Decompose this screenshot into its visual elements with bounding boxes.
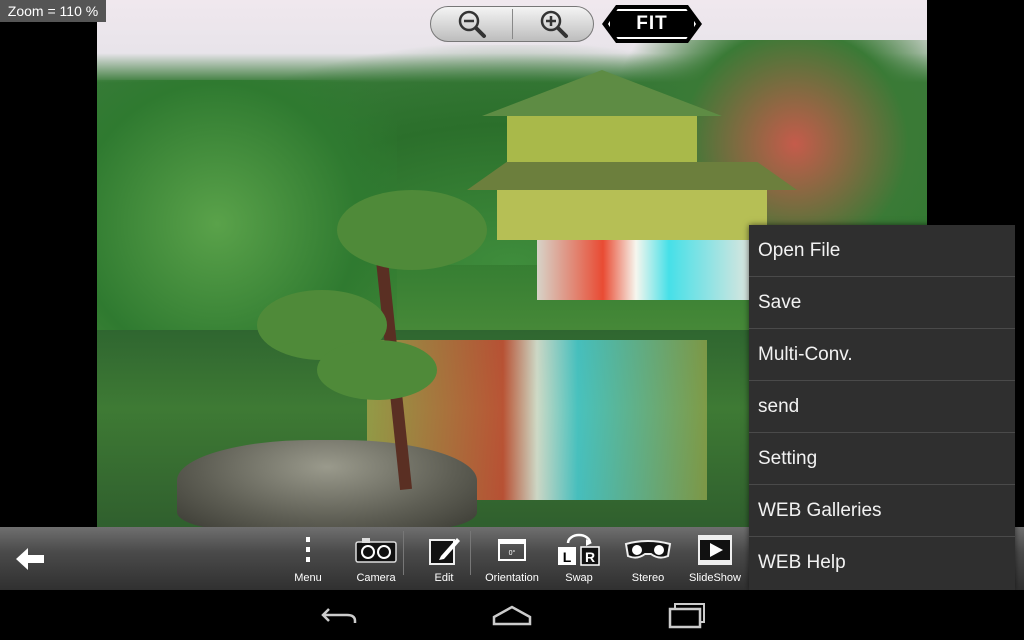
fit-button[interactable]: FIT	[602, 5, 702, 43]
toolbar-divider	[403, 531, 404, 575]
svg-text:L: L	[563, 549, 572, 565]
menu-button-label: Menu	[294, 572, 322, 584]
menu-item-web-galleries[interactable]: WEB Galleries	[749, 485, 1015, 537]
pavilion-floor-top	[507, 116, 697, 166]
orientation-icon: 0°	[498, 539, 526, 561]
menu-item-multi-conv[interactable]: Multi-Conv.	[749, 329, 1015, 381]
edit-button[interactable]: Edit	[422, 533, 466, 589]
toolbar-divider	[470, 531, 471, 575]
camera-button-label: Camera	[356, 572, 396, 584]
slideshow-play-icon	[698, 535, 732, 565]
stereo-button-label: Stereo	[631, 572, 665, 584]
svg-text:0°: 0°	[509, 549, 516, 557]
photo-pavilion	[467, 70, 797, 310]
stereo-button[interactable]: Stereo	[621, 533, 675, 589]
pine-crown	[317, 340, 437, 400]
fit-button-label: FIT	[636, 13, 668, 34]
orientation-button[interactable]: 0° Orientation	[481, 533, 543, 589]
swap-button-label: Swap	[565, 572, 593, 584]
camera-icon	[355, 538, 397, 563]
slideshow-button-label: SlideShow	[689, 572, 741, 584]
nav-recents-icon	[668, 603, 705, 629]
nav-home-icon	[492, 605, 532, 626]
zoom-level-label: Zoom = 110 %	[0, 0, 106, 22]
swap-lr-icon: L R	[558, 533, 600, 566]
nav-recents-button[interactable]	[656, 598, 716, 632]
system-navigation-bar	[0, 590, 1024, 640]
menu-button[interactable]: Menu	[286, 533, 330, 589]
swap-button[interactable]: L R Swap	[554, 533, 604, 589]
camera-button[interactable]: Camera	[350, 533, 402, 589]
nav-back-button[interactable]	[309, 598, 369, 632]
pavilion-floor-bottom	[537, 240, 757, 300]
svg-text:R: R	[585, 549, 595, 565]
vertical-dots-icon	[306, 537, 310, 562]
edit-icon	[429, 538, 460, 565]
back-button[interactable]	[10, 541, 50, 577]
menu-item-send[interactable]: send	[749, 381, 1015, 433]
magnifier-minus-icon	[458, 10, 486, 38]
menu-item-setting[interactable]: Setting	[749, 433, 1015, 485]
menu-item-web-help[interactable]: WEB Help	[749, 537, 1015, 589]
nav-home-button[interactable]	[482, 598, 542, 632]
edit-button-label: Edit	[434, 572, 454, 584]
slideshow-button[interactable]: SlideShow	[688, 533, 742, 589]
pavilion-roof-top	[482, 70, 722, 116]
nav-back-icon	[321, 608, 357, 623]
overflow-menu: Open File Save Multi-Conv. send Setting …	[749, 225, 1015, 590]
magnifier-plus-icon	[540, 10, 568, 38]
menu-item-save[interactable]: Save	[749, 277, 1015, 329]
zoom-in-button[interactable]	[513, 7, 595, 41]
pine-crown	[337, 190, 487, 270]
pavilion-roof-middle	[467, 162, 797, 190]
photo-pine-tree	[257, 150, 487, 490]
orientation-button-label: Orientation	[485, 572, 539, 584]
pavilion-floor-middle	[497, 190, 767, 240]
menu-item-open-file[interactable]: Open File	[749, 225, 1015, 277]
stereo-glasses-icon	[624, 540, 672, 559]
zoom-controls	[430, 6, 594, 42]
arrow-left-icon	[16, 548, 44, 570]
zoom-out-button[interactable]	[431, 7, 513, 41]
